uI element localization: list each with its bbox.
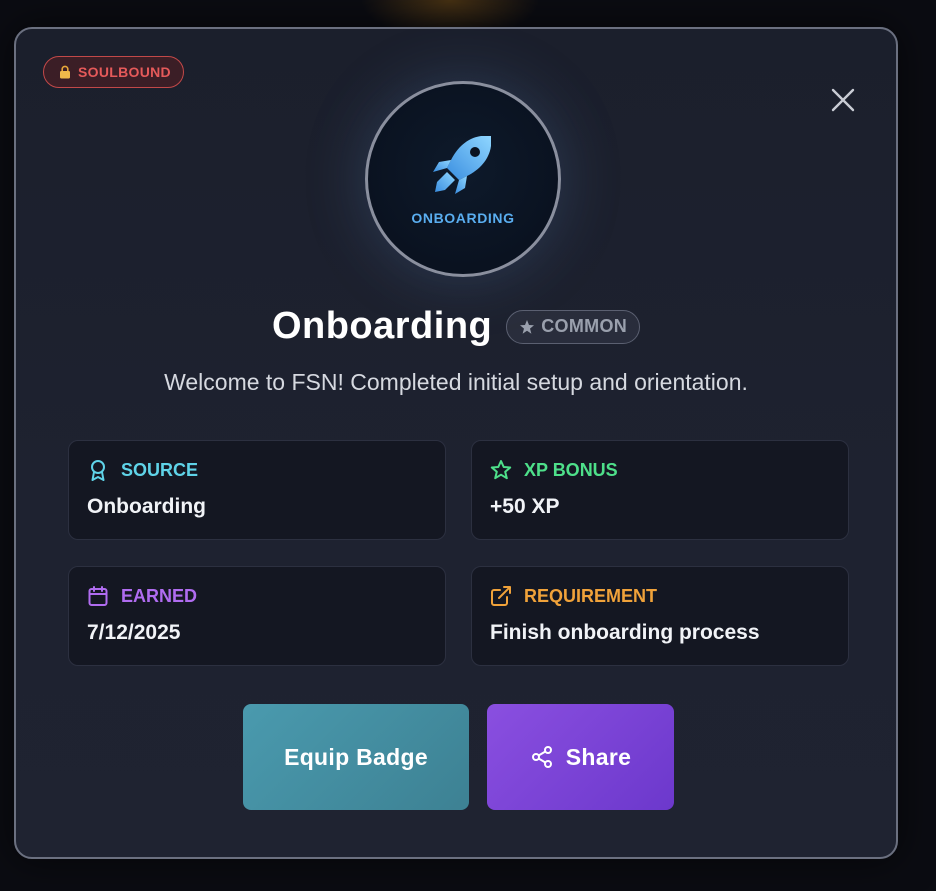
requirement-label: REQUIREMENT — [524, 585, 658, 606]
badge-emblem: ONBOARDING — [365, 81, 561, 277]
source-card: SOURCE Onboarding — [68, 440, 446, 540]
xp-bonus-card: XP BONUS +50 XP — [471, 440, 849, 540]
equip-badge-button[interactable]: Equip Badge — [243, 704, 469, 810]
lock-icon — [60, 65, 70, 79]
rarity-label: COMMON — [541, 316, 628, 336]
requirement-card: REQUIREMENT Finish onboarding process — [471, 566, 849, 666]
earned-label: EARNED — [121, 585, 198, 606]
share-icon — [531, 746, 552, 768]
badge-title: Onboarding — [271, 305, 493, 347]
requirement-value: Finish onboarding process — [490, 621, 760, 644]
earned-value: 7/12/2025 — [87, 621, 181, 644]
source-label: SOURCE — [121, 459, 199, 480]
soulbound-badge: SOULBOUND — [43, 56, 184, 88]
source-value: Onboarding — [87, 495, 206, 518]
xp-bonus-value: +50 XP — [490, 495, 560, 518]
badge-emblem-label: ONBOARDING — [411, 210, 515, 226]
rarity-badge: COMMON — [506, 309, 641, 344]
close-button[interactable] — [828, 85, 858, 115]
badge-emblem-glow: ONBOARDING — [365, 81, 561, 277]
xp-bonus-label: XP BONUS — [524, 459, 618, 480]
ribbon-icon — [91, 460, 105, 481]
soulbound-label: SOULBOUND — [78, 64, 171, 80]
badge-detail-modal: SOULBOUND ONBOARDING Onboarding COMMON W… — [14, 27, 898, 859]
share-button[interactable]: Share — [487, 704, 674, 810]
earned-card: EARNED 7/12/2025 — [68, 566, 446, 666]
badge-description: Welcome to FSN! Completed initial setup … — [164, 369, 748, 395]
close-icon — [831, 88, 855, 112]
equip-badge-label: Equip Badge — [284, 743, 428, 770]
rocket-icon — [433, 136, 491, 194]
share-label: Share — [565, 743, 632, 770]
star-icon — [490, 460, 512, 480]
star-filled-icon — [520, 319, 535, 334]
title-row: Onboarding COMMON — [16, 305, 896, 348]
external-link-icon — [491, 586, 511, 606]
calendar-icon — [88, 586, 108, 606]
